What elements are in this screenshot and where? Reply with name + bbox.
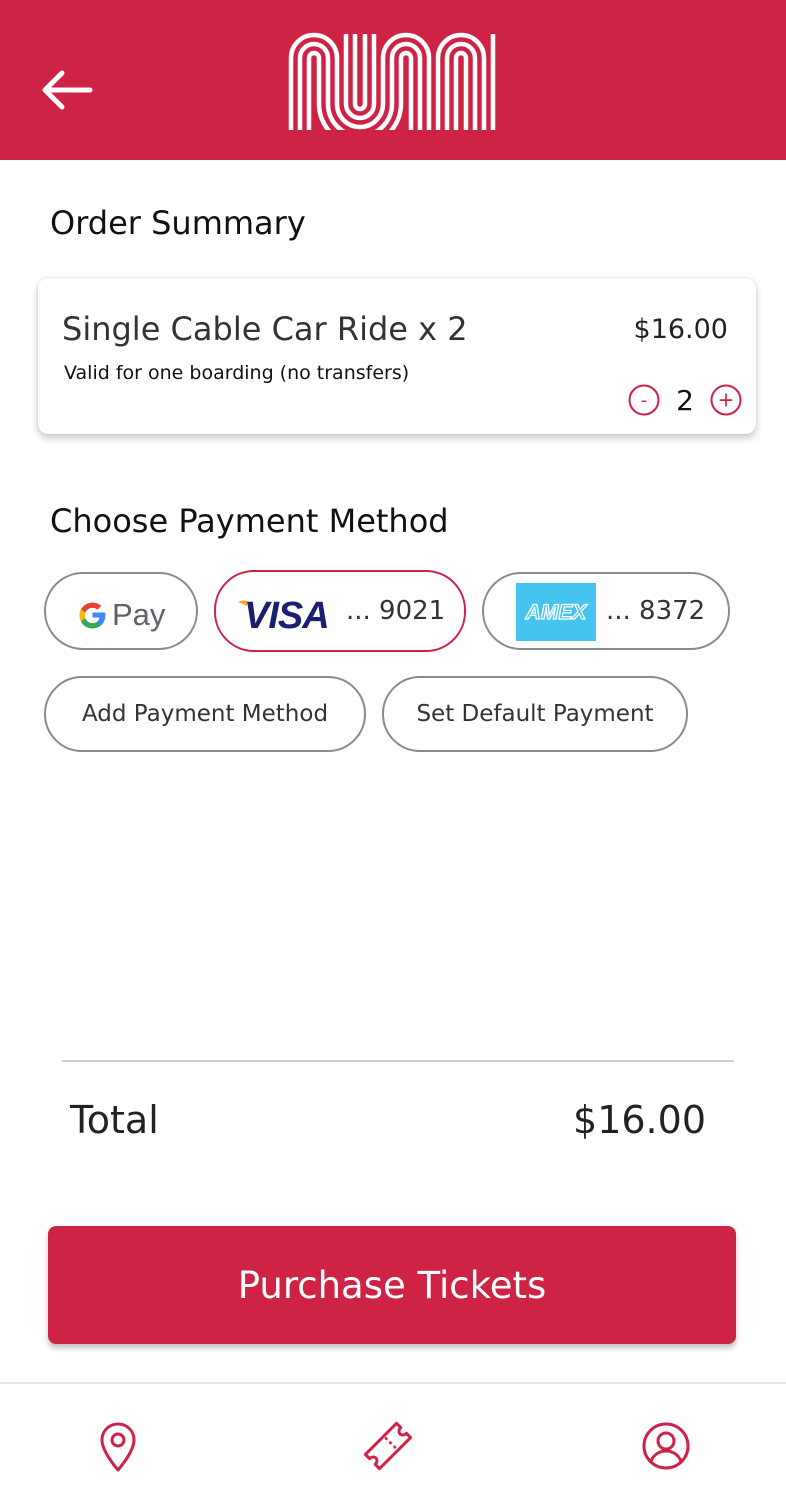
set-default-payment-button[interactable]: Set Default Payment (382, 676, 688, 752)
decrement-button[interactable]: - (628, 384, 660, 416)
amex-logo: AMEX (516, 583, 596, 641)
amex-card-digits: ... 8372 (606, 596, 706, 626)
map-pin-icon (100, 1422, 136, 1472)
payment-option-amex[interactable]: AMEX ... 8372 (482, 572, 730, 650)
divider (62, 1060, 734, 1062)
user-circle-icon (642, 1422, 690, 1470)
total-value: $16.00 (573, 1098, 706, 1142)
increment-label: + (718, 388, 735, 412)
item-price: $16.00 (633, 314, 728, 345)
decrement-label: - (641, 390, 648, 411)
visa-card-digits: ... 9021 (346, 596, 446, 626)
payment-option-gpay[interactable]: Pay (44, 572, 198, 650)
order-summary-title: Order Summary (50, 204, 306, 242)
order-item-card: Single Cable Car Ride x 2 Valid for one … (38, 278, 756, 434)
back-button[interactable] (36, 62, 100, 118)
svg-text:Pay: Pay (112, 597, 166, 632)
bottom-nav (0, 1382, 786, 1502)
quantity-value: 2 (676, 383, 694, 417)
total-label: Total (70, 1098, 159, 1142)
item-name: Single Cable Car Ride x 2 (62, 310, 468, 348)
muni-logo (288, 32, 496, 130)
add-payment-method-button[interactable]: Add Payment Method (44, 676, 366, 752)
nav-profile[interactable] (638, 1418, 694, 1474)
payment-method-title: Choose Payment Method (50, 502, 449, 540)
increment-button[interactable]: + (710, 384, 742, 416)
arrow-left-icon (42, 70, 93, 110)
quantity-stepper: - 2 + (628, 382, 742, 418)
svg-text:AMEX: AMEX (525, 601, 589, 624)
item-description: Valid for one boarding (no transfers) (64, 362, 410, 384)
nav-map[interactable] (90, 1418, 146, 1474)
payment-option-visa[interactable]: VISA ... 9021 (214, 570, 466, 652)
app-header (0, 0, 786, 160)
svg-text:VISA: VISA (244, 595, 329, 634)
ticket-icon (363, 1421, 413, 1471)
visa-logo: VISA (238, 595, 330, 634)
google-pay-logo: Pay (79, 597, 166, 632)
purchase-tickets-button[interactable]: Purchase Tickets (48, 1226, 736, 1344)
nav-tickets[interactable] (360, 1418, 416, 1474)
